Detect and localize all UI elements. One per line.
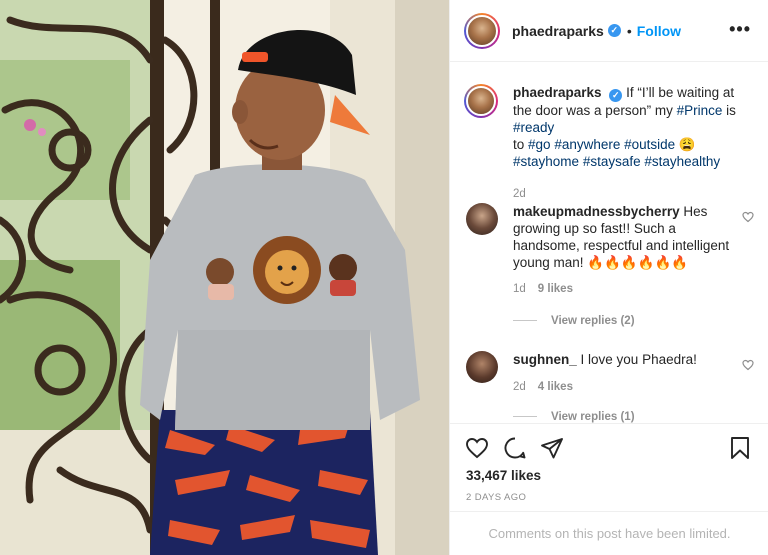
commenter-avatar[interactable] — [466, 351, 498, 383]
share-icon[interactable] — [540, 436, 564, 460]
comment-text: makeupmadnessbycherry Hes growing up so … — [513, 203, 741, 271]
commenter-avatar[interactable] — [466, 203, 498, 235]
caption-meta: 2d — [513, 188, 526, 200]
action-bar: 33,467 likes 2 DAYS AGO — [450, 423, 768, 511]
hashtag-outside[interactable]: #outside — [624, 137, 675, 152]
follow-button[interactable]: Follow — [637, 23, 681, 39]
caption-text-part: is — [722, 103, 736, 118]
comment-text: sughnen_ I love you Phaedra! — [513, 351, 741, 368]
comment-age[interactable]: 1d — [513, 283, 526, 295]
author-username[interactable]: phaedraparks — [512, 23, 604, 39]
weary-face-emoji: 😩 — [675, 137, 696, 152]
caption-text-part: to — [513, 137, 529, 152]
post-timestamp[interactable]: 2 DAYS AGO — [466, 492, 526, 503]
author-avatar[interactable] — [464, 12, 500, 49]
bookmark-icon[interactable] — [728, 436, 752, 460]
hashtag-go[interactable]: #go — [528, 137, 551, 152]
author-avatar-image — [466, 14, 498, 47]
caption-verified-badge-icon: ✓ — [609, 89, 623, 102]
hashtag-ready[interactable]: #ready — [513, 120, 554, 135]
comment-meta: 2d 4 likes — [513, 381, 573, 393]
view-replies-button[interactable]: View replies (2) — [513, 315, 635, 327]
view-replies-button[interactable]: View replies (1) — [513, 411, 635, 423]
comment-meta: 1d 9 likes — [513, 283, 573, 295]
post-photo[interactable] — [0, 0, 449, 555]
hashtag-anywhere[interactable]: #anywhere — [554, 137, 620, 152]
post-header: phaedraparks ✓ • Follow ••• — [450, 0, 768, 62]
caption-age[interactable]: 2d — [513, 188, 526, 200]
heart-icon[interactable] — [465, 436, 489, 460]
post-photo-illustration — [0, 0, 449, 555]
hashtag-stayhealthy[interactable]: #stayhealthy — [644, 154, 720, 169]
caption-avatar[interactable] — [464, 84, 498, 118]
comment-username[interactable]: sughnen_ — [513, 352, 577, 367]
comment-body: I love you Phaedra! — [580, 352, 697, 367]
verified-badge-icon: ✓ — [607, 24, 621, 37]
post-panel: phaedraparks ✓ • Follow ••• phaedraparks… — [449, 0, 768, 555]
hashtag-prince[interactable]: #Prince — [677, 103, 723, 118]
caption-avatar-image — [466, 86, 496, 116]
header-separator: • — [626, 22, 632, 39]
comment-icon[interactable] — [503, 436, 527, 460]
comment-likes[interactable]: 9 likes — [538, 283, 573, 295]
comment-age[interactable]: 2d — [513, 381, 526, 393]
comment-username[interactable]: makeupmadnessbycherry — [513, 204, 680, 219]
comments-list[interactable]: phaedraparks ✓ If “I’ll be waiting at th… — [450, 63, 768, 423]
comment-likes[interactable]: 4 likes — [538, 381, 573, 393]
comment-like-heart-icon[interactable] — [742, 359, 754, 371]
hashtag-staysafe[interactable]: #staysafe — [583, 154, 641, 169]
comment-like-heart-icon[interactable] — [742, 211, 754, 223]
comments-limited-notice: Comments on this post have been limited. — [450, 511, 768, 555]
hashtag-stayhome[interactable]: #stayhome — [513, 154, 579, 169]
caption-text: phaedraparks ✓ If “I’ll be waiting at th… — [513, 84, 741, 170]
more-options-icon[interactable]: ••• — [729, 20, 751, 38]
caption-username[interactable]: phaedraparks — [513, 85, 602, 100]
likes-count[interactable]: 33,467 likes — [466, 468, 541, 483]
